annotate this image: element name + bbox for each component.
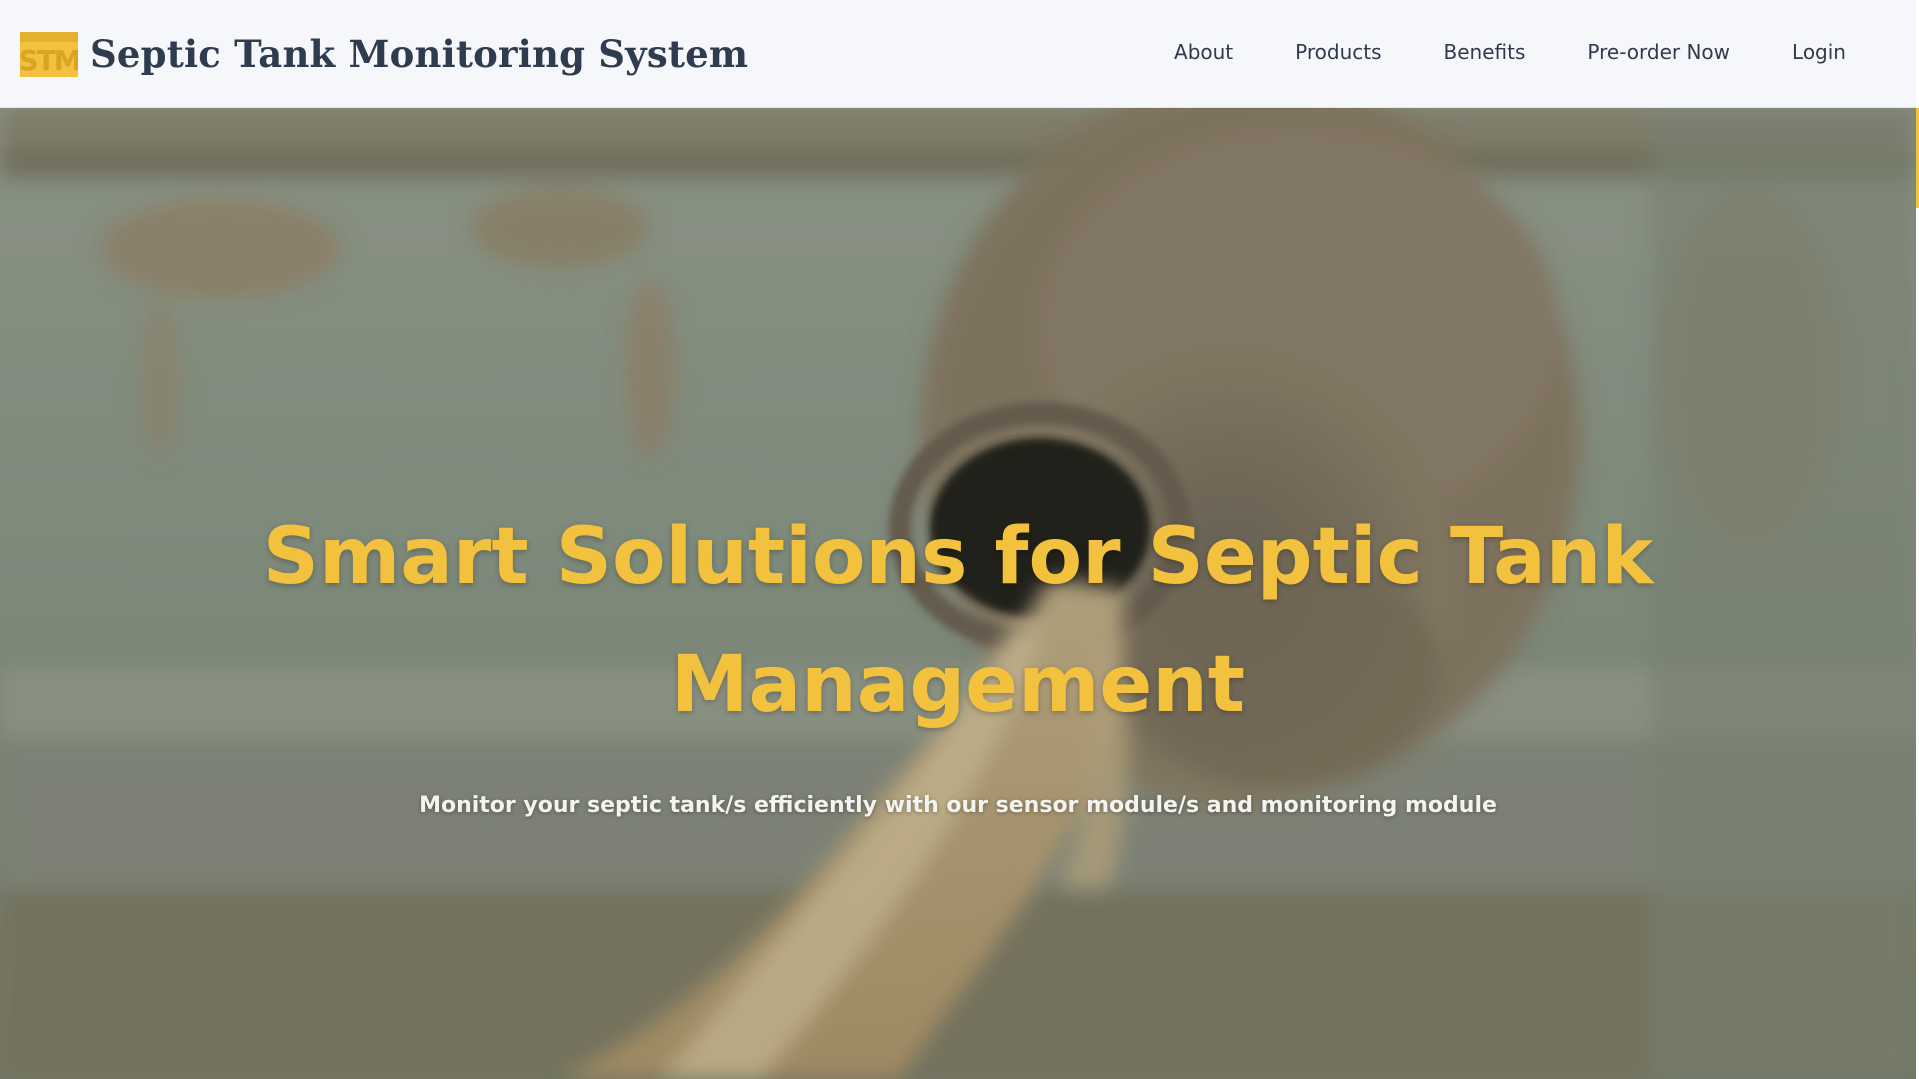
stm-logo-icon: STM	[20, 31, 78, 77]
site-title: Septic Tank Monitoring System	[90, 32, 749, 76]
nav-preorder-link[interactable]: Pre-order Now	[1587, 40, 1730, 64]
nav-benefits-link[interactable]: Benefits	[1444, 40, 1526, 64]
main-nav: About Products Benefits Pre-order Now Lo…	[1174, 40, 1846, 64]
nav-about-link[interactable]: About	[1174, 40, 1233, 64]
nav-products-link[interactable]: Products	[1295, 40, 1381, 64]
nav-login-link[interactable]: Login	[1792, 40, 1846, 64]
hero-title: Smart Solutions for Septic Tank Manageme…	[262, 512, 1654, 730]
brand[interactable]: STM Septic Tank Monitoring System	[20, 30, 748, 78]
hero-content: Smart Solutions for Septic Tank Manageme…	[0, 493, 1916, 818]
navbar: STM Septic Tank Monitoring System About …	[0, 0, 1916, 108]
hero-subtitle: Monitor your septic tank/s efficiently w…	[419, 793, 1497, 818]
page: STM Septic Tank Monitoring System About …	[0, 0, 1919, 1079]
hero-section: Smart Solutions for Septic Tank Manageme…	[0, 108, 1916, 1079]
svg-text:STM: STM	[20, 44, 78, 77]
